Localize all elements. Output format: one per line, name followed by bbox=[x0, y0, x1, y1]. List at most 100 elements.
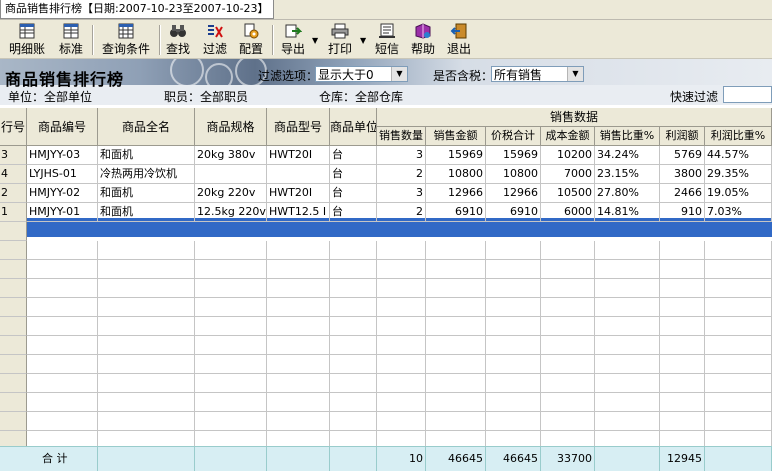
empty-cell[interactable] bbox=[541, 279, 595, 298]
empty-cell[interactable] bbox=[595, 241, 660, 260]
row-indicator[interactable] bbox=[0, 412, 27, 431]
empty-cell[interactable] bbox=[595, 336, 660, 355]
chevron-down-icon[interactable]: ▼ bbox=[391, 67, 407, 81]
window-tab[interactable]: 商品销售排行榜【日期:2007-10-23至2007-10-23】 bbox=[0, 0, 274, 19]
cell-code[interactable]: HMJYY-01 bbox=[27, 203, 98, 222]
empty-cell[interactable] bbox=[98, 336, 195, 355]
cell-model[interactable]: HWT20I bbox=[267, 146, 330, 165]
empty-cell[interactable] bbox=[330, 355, 377, 374]
empty-cell[interactable] bbox=[541, 412, 595, 431]
cell-spec[interactable]: 20kg 220v bbox=[195, 184, 267, 203]
empty-cell[interactable] bbox=[330, 374, 377, 393]
empty-cell[interactable] bbox=[267, 336, 330, 355]
empty-cell[interactable] bbox=[660, 279, 705, 298]
empty-cell[interactable] bbox=[595, 260, 660, 279]
empty-cell[interactable] bbox=[98, 298, 195, 317]
empty-cell[interactable] bbox=[595, 393, 660, 412]
row-indicator[interactable]: 2 bbox=[0, 184, 27, 203]
empty-cell[interactable] bbox=[377, 241, 426, 260]
export-button[interactable]: 导出 bbox=[279, 23, 307, 57]
row-indicator[interactable]: 4 bbox=[0, 165, 27, 184]
empty-cell[interactable] bbox=[486, 355, 541, 374]
empty-cell[interactable] bbox=[377, 412, 426, 431]
filter-options-select[interactable]: 显示大于0 ▼ bbox=[315, 66, 408, 82]
empty-cell[interactable] bbox=[486, 298, 541, 317]
cell-unit[interactable]: 台 bbox=[330, 184, 377, 203]
col-header-sales-ratio[interactable]: 销售比重% bbox=[595, 127, 660, 146]
cell-name[interactable]: 冷热两用冷饮机 bbox=[98, 165, 195, 184]
exit-button[interactable]: 退出 bbox=[445, 23, 473, 57]
row-indicator[interactable] bbox=[0, 260, 27, 279]
print-button[interactable]: 打印 bbox=[326, 23, 354, 57]
empty-cell[interactable] bbox=[377, 298, 426, 317]
cell-code[interactable]: HMJYY-03 bbox=[27, 146, 98, 165]
cell-qty[interactable]: 3 bbox=[377, 146, 426, 165]
empty-cell[interactable] bbox=[541, 317, 595, 336]
empty-cell[interactable] bbox=[330, 279, 377, 298]
empty-cell[interactable] bbox=[486, 412, 541, 431]
cell-ratio[interactable]: 23.15% bbox=[595, 165, 660, 184]
cell-total[interactable]: 6910 bbox=[486, 203, 541, 222]
cell-qty[interactable]: 2 bbox=[377, 203, 426, 222]
empty-cell[interactable] bbox=[195, 374, 267, 393]
empty-cell[interactable] bbox=[377, 374, 426, 393]
help-button[interactable]: 帮助 bbox=[409, 23, 437, 57]
empty-cell[interactable] bbox=[195, 241, 267, 260]
empty-cell[interactable] bbox=[377, 317, 426, 336]
cell-spec[interactable]: 12.5kg 220v bbox=[195, 203, 267, 222]
col-header-unit[interactable]: 商品单位 bbox=[330, 108, 377, 146]
col-header-qty[interactable]: 销售数量 bbox=[377, 127, 426, 146]
empty-cell[interactable] bbox=[660, 317, 705, 336]
cell-qty[interactable]: 3 bbox=[377, 184, 426, 203]
empty-cell[interactable] bbox=[267, 260, 330, 279]
empty-cell[interactable] bbox=[660, 393, 705, 412]
cell-unit[interactable]: 台 bbox=[330, 203, 377, 222]
empty-cell[interactable] bbox=[27, 393, 98, 412]
empty-cell[interactable] bbox=[267, 279, 330, 298]
empty-cell[interactable] bbox=[595, 374, 660, 393]
row-indicator[interactable] bbox=[0, 393, 27, 412]
empty-cell[interactable] bbox=[267, 298, 330, 317]
row-indicator[interactable] bbox=[0, 374, 27, 393]
empty-cell[interactable] bbox=[486, 279, 541, 298]
empty-cell[interactable] bbox=[330, 298, 377, 317]
empty-cell[interactable] bbox=[595, 279, 660, 298]
cell-spec[interactable] bbox=[195, 165, 267, 184]
row-indicator[interactable]: 1 bbox=[0, 203, 27, 222]
empty-cell[interactable] bbox=[267, 355, 330, 374]
empty-cell[interactable] bbox=[426, 279, 486, 298]
cell-name[interactable]: 和面机 bbox=[98, 203, 195, 222]
empty-cell[interactable] bbox=[426, 317, 486, 336]
empty-cell[interactable] bbox=[486, 336, 541, 355]
cell-name[interactable]: 和面机 bbox=[98, 184, 195, 203]
cell-cost[interactable]: 6000 bbox=[541, 203, 595, 222]
empty-cell[interactable] bbox=[541, 260, 595, 279]
empty-cell[interactable] bbox=[195, 260, 267, 279]
cell-qty[interactable]: 2 bbox=[377, 165, 426, 184]
col-header-row-no[interactable]: 行号 bbox=[0, 108, 27, 146]
row-indicator[interactable]: 3 bbox=[0, 146, 27, 165]
tax-included-select[interactable]: 所有销售 ▼ bbox=[491, 66, 584, 82]
empty-cell[interactable] bbox=[377, 279, 426, 298]
empty-cell[interactable] bbox=[27, 374, 98, 393]
empty-cell[interactable] bbox=[660, 412, 705, 431]
empty-cell[interactable] bbox=[98, 412, 195, 431]
col-header-model[interactable]: 商品型号 bbox=[267, 108, 330, 146]
col-header-name[interactable]: 商品全名 bbox=[98, 108, 195, 146]
empty-cell[interactable] bbox=[98, 241, 195, 260]
empty-cell[interactable] bbox=[98, 279, 195, 298]
empty-cell[interactable] bbox=[27, 336, 98, 355]
empty-cell[interactable] bbox=[267, 412, 330, 431]
empty-cell[interactable] bbox=[660, 355, 705, 374]
cell-profit[interactable]: 2466 bbox=[660, 184, 705, 203]
empty-cell[interactable] bbox=[330, 317, 377, 336]
empty-cell[interactable] bbox=[705, 374, 772, 393]
standard-button[interactable]: 标准 bbox=[57, 23, 85, 57]
empty-cell[interactable] bbox=[98, 260, 195, 279]
cell-code[interactable]: HMJYY-02 bbox=[27, 184, 98, 203]
empty-cell[interactable] bbox=[705, 355, 772, 374]
cell-ratio[interactable]: 27.80% bbox=[595, 184, 660, 203]
empty-cell[interactable] bbox=[660, 374, 705, 393]
row-indicator[interactable] bbox=[0, 317, 27, 336]
cell-ratio[interactable]: 14.81% bbox=[595, 203, 660, 222]
